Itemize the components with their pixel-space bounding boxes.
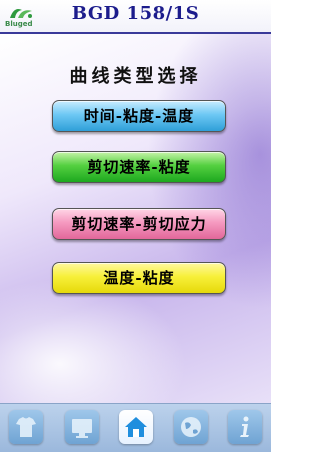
- button-label: 剪切速率-粘度: [87, 158, 191, 176]
- curve-type-heading: 曲线类型选择: [69, 66, 202, 87]
- bottom-nav-bar: [0, 403, 271, 452]
- monitor-icon: [72, 419, 92, 438]
- button-label: 剪切速率-剪切应力: [71, 215, 207, 233]
- page-title: BGD 158/1S: [71, 3, 200, 24]
- temperature-viscosity-button[interactable]: 温度-粘度: [52, 262, 226, 294]
- globe-button[interactable]: [174, 410, 208, 444]
- button-label: 时间-粘度-温度: [83, 107, 195, 125]
- shirt-button[interactable]: [9, 410, 43, 444]
- button-label: 温度-粘度: [103, 269, 175, 287]
- info-icon: [240, 416, 249, 437]
- main-panel: 曲线类型选择 时间-粘度-温度 剪切速率-粘度 剪切速率-剪切应力 温度-粘度: [0, 34, 271, 403]
- globe-icon: [181, 417, 201, 437]
- monitor-button[interactable]: [65, 410, 99, 444]
- info-button[interactable]: [228, 410, 262, 444]
- home-icon: [125, 417, 147, 437]
- shear-rate-viscosity-button[interactable]: 剪切速率-粘度: [52, 151, 226, 183]
- shirt-icon: [16, 417, 36, 437]
- time-viscosity-temperature-button[interactable]: 时间-粘度-温度: [52, 100, 226, 132]
- shear-rate-shear-stress-button[interactable]: 剪切速率-剪切应力: [52, 208, 226, 240]
- header-bar: Bluged BGD 158/1S: [0, 0, 271, 34]
- home-button[interactable]: [119, 410, 153, 444]
